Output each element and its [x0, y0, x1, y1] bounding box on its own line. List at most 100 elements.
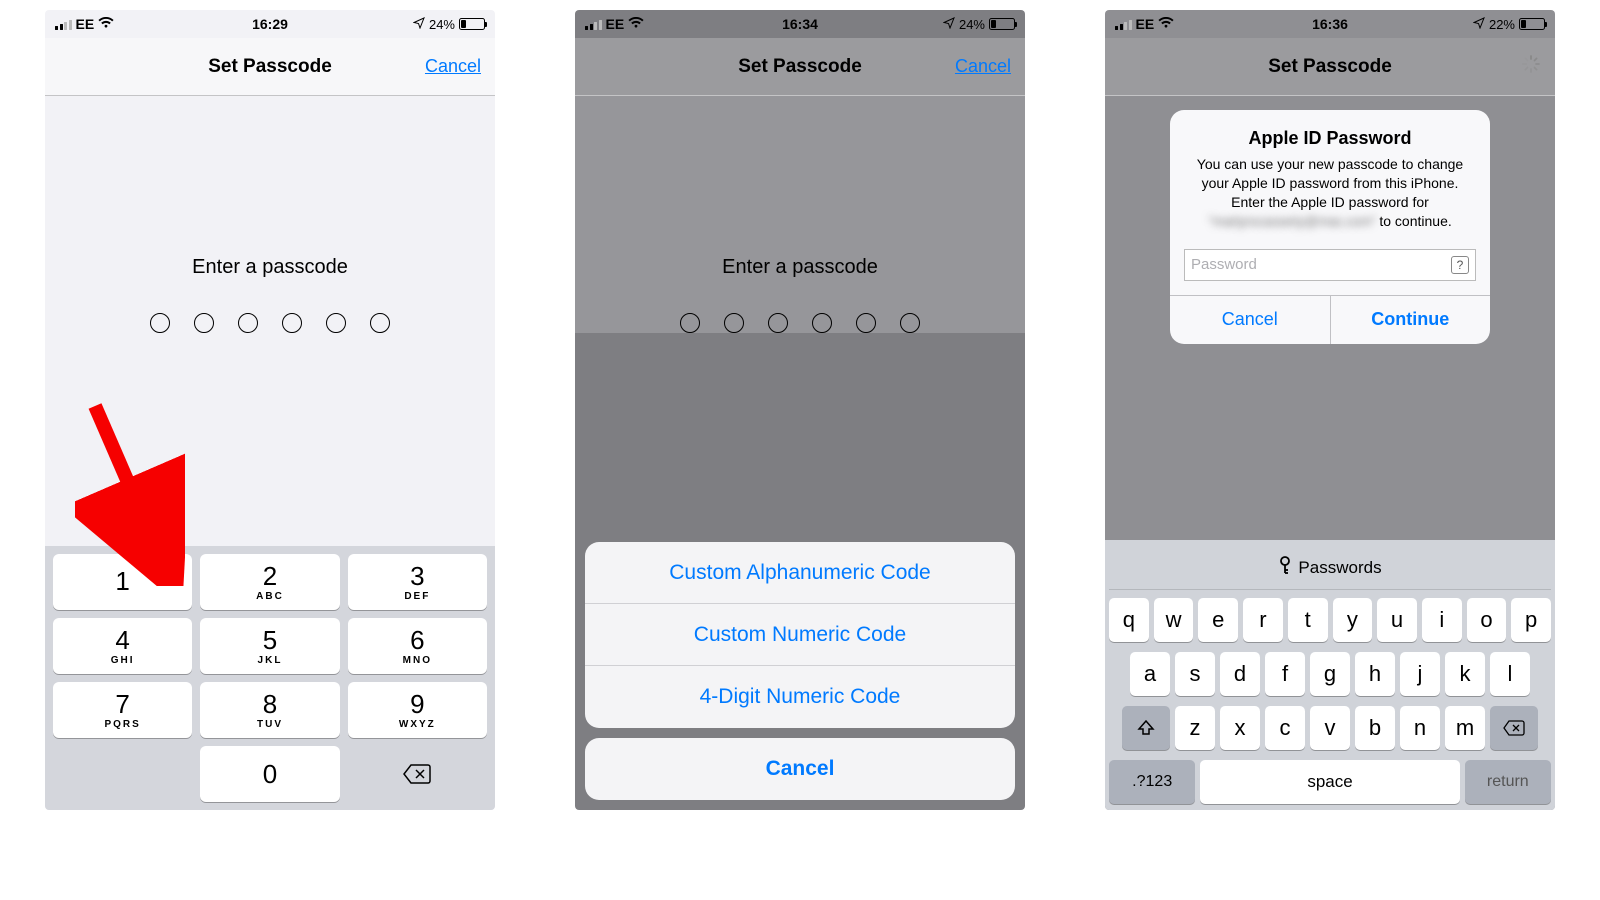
key-2[interactable]: 2ABC: [200, 554, 339, 610]
alert-title: Apple ID Password: [1186, 128, 1474, 149]
battery-pct: 22%: [1489, 17, 1515, 32]
clock-label: 16:36: [1312, 16, 1348, 32]
key-g[interactable]: g: [1310, 652, 1350, 696]
spinner-icon: [1521, 54, 1541, 79]
battery-icon: [1519, 18, 1545, 30]
alert-continue-button[interactable]: Continue: [1330, 296, 1491, 344]
key-q[interactable]: q: [1109, 598, 1149, 642]
nav-bar: Set Passcode Cancel: [45, 38, 495, 96]
passcode-prompt: Enter a passcode: [722, 256, 878, 279]
status-bar: EE 16:34 24%: [575, 10, 1025, 38]
key-4[interactable]: 4GHI: [53, 618, 192, 674]
key-p[interactable]: p: [1511, 598, 1551, 642]
passcode-dots: [150, 313, 390, 333]
key-x[interactable]: x: [1220, 706, 1260, 750]
key-v[interactable]: v: [1310, 706, 1350, 750]
signal-icon: [55, 18, 72, 30]
nav-bar: Set Passcode Cancel: [575, 38, 1025, 96]
battery-pct: 24%: [959, 17, 985, 32]
alert-cancel-button[interactable]: Cancel: [1170, 296, 1330, 344]
alert-message: You can use your new passcode to change …: [1186, 155, 1474, 231]
screen-passcode-entry: EE 16:29 24% Set Passcode Cancel Enter a…: [45, 10, 495, 810]
sheet-cancel[interactable]: Cancel: [585, 738, 1015, 800]
kb-row3: z x c v b n m: [1109, 706, 1551, 750]
battery-pct: 24%: [429, 17, 455, 32]
shift-key[interactable]: [1122, 706, 1170, 750]
key-3[interactable]: 3DEF: [348, 554, 487, 610]
key-e[interactable]: e: [1198, 598, 1238, 642]
key-6[interactable]: 6MNO: [348, 618, 487, 674]
key-z[interactable]: z: [1175, 706, 1215, 750]
key-n[interactable]: n: [1400, 706, 1440, 750]
key-h[interactable]: h: [1355, 652, 1395, 696]
wifi-icon: [1158, 16, 1174, 32]
key-i[interactable]: i: [1422, 598, 1462, 642]
carrier-label: EE: [76, 16, 95, 32]
location-icon: [943, 16, 955, 32]
screen-appleid-alert: EE 16:36 22% Set Passcode Apple ID Passw…: [1105, 10, 1555, 810]
battery-icon: [459, 18, 485, 30]
space-key[interactable]: space: [1200, 760, 1459, 804]
kb-row1: q w e r t y u i o p: [1109, 598, 1551, 642]
signal-icon: [585, 18, 602, 30]
qwerty-keyboard: Passwords q w e r t y u i o p a s d f g …: [1105, 540, 1555, 810]
key-a[interactable]: a: [1130, 652, 1170, 696]
key-w[interactable]: w: [1154, 598, 1194, 642]
key-r[interactable]: r: [1243, 598, 1283, 642]
key-0[interactable]: 0: [200, 746, 339, 802]
sheet-4digit[interactable]: 4-Digit Numeric Code: [585, 666, 1015, 728]
passcode-dots: [680, 313, 920, 333]
annotation-arrow-icon: [75, 396, 185, 586]
cancel-button[interactable]: Cancel: [425, 56, 481, 77]
key-j[interactable]: j: [1400, 652, 1440, 696]
signal-icon: [1115, 18, 1132, 30]
key-9[interactable]: 9WXYZ: [348, 682, 487, 738]
key-o[interactable]: o: [1467, 598, 1507, 642]
appleid-alert: Apple ID Password You can use your new p…: [1170, 110, 1490, 344]
key-l[interactable]: l: [1490, 652, 1530, 696]
battery-icon: [989, 18, 1015, 30]
password-input[interactable]: Password ?: [1184, 249, 1476, 281]
redacted-email: "martyrocasseriy@mac.com": [1208, 213, 1375, 229]
key-b[interactable]: b: [1355, 706, 1395, 750]
backspace-key[interactable]: [348, 746, 487, 802]
key-8[interactable]: 8TUV: [200, 682, 339, 738]
key-d[interactable]: d: [1220, 652, 1260, 696]
key-f[interactable]: f: [1265, 652, 1305, 696]
nav-title: Set Passcode: [208, 56, 332, 78]
key-7[interactable]: 7PQRS: [53, 682, 192, 738]
passcode-prompt: Enter a passcode: [192, 256, 348, 279]
nav-title: Set Passcode: [738, 56, 862, 78]
backspace-key[interactable]: [1490, 706, 1538, 750]
key-t[interactable]: t: [1288, 598, 1328, 642]
action-sheet: Custom Alphanumeric Code Custom Numeric …: [585, 542, 1015, 800]
key-k[interactable]: k: [1445, 652, 1485, 696]
key-y[interactable]: y: [1333, 598, 1373, 642]
screen-options-sheet: EE 16:34 24% Set Passcode Cancel Enter a…: [575, 10, 1025, 810]
key-c[interactable]: c: [1265, 706, 1305, 750]
location-icon: [1473, 16, 1485, 32]
key-s[interactable]: s: [1175, 652, 1215, 696]
numbers-key[interactable]: .?123: [1109, 760, 1195, 804]
kb-row2: a s d f g h j k l: [1109, 652, 1551, 696]
clock-label: 16:29: [252, 16, 288, 32]
key-u[interactable]: u: [1377, 598, 1417, 642]
key-blank: [53, 746, 192, 802]
carrier-label: EE: [1136, 16, 1155, 32]
location-icon: [413, 16, 425, 32]
key-m[interactable]: m: [1445, 706, 1485, 750]
key-icon: [1278, 556, 1292, 579]
wifi-icon: [98, 16, 114, 32]
key-5[interactable]: 5JKL: [200, 618, 339, 674]
return-key[interactable]: return: [1465, 760, 1551, 804]
nav-title: Set Passcode: [1268, 56, 1392, 78]
help-icon[interactable]: ?: [1451, 256, 1469, 274]
password-placeholder: Password: [1191, 256, 1257, 273]
nav-bar: Set Passcode: [1105, 38, 1555, 96]
passwords-suggestion[interactable]: Passwords: [1109, 546, 1551, 590]
sheet-custom-alphanumeric[interactable]: Custom Alphanumeric Code: [585, 542, 1015, 604]
status-bar: EE 16:29 24%: [45, 10, 495, 38]
cancel-button[interactable]: Cancel: [955, 56, 1011, 77]
carrier-label: EE: [606, 16, 625, 32]
sheet-custom-numeric[interactable]: Custom Numeric Code: [585, 604, 1015, 666]
